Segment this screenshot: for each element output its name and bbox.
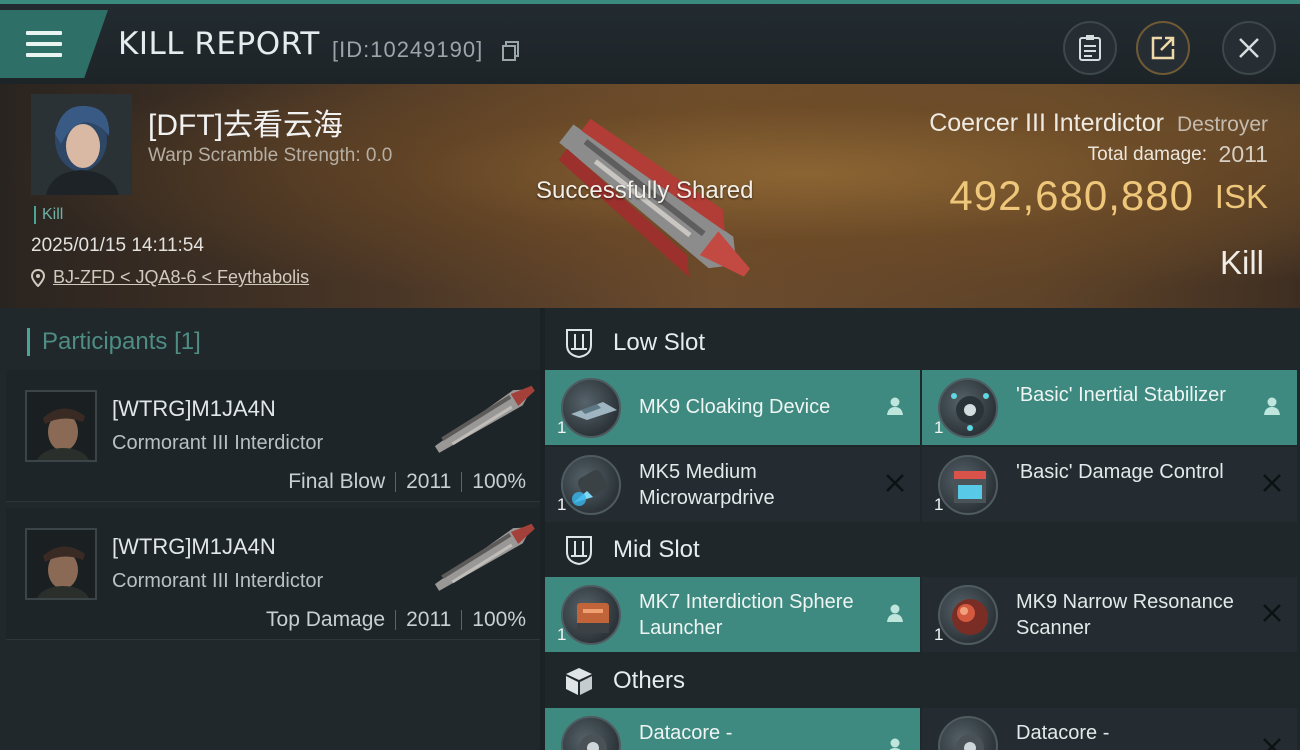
participant-ship: Cormorant III Interdictor: [112, 570, 324, 592]
participant-damage: 2011: [406, 470, 452, 493]
isk-value: 492,680,880: [949, 172, 1194, 219]
module-quantity: 1: [557, 625, 567, 644]
participant-row[interactable]: [WTRG]M1JA4N Cormorant III Interdictor F…: [6, 370, 540, 502]
participant-name[interactable]: [WTRG]M1JA4N: [112, 396, 276, 422]
destroyed-x-icon: [1263, 738, 1281, 750]
close-button[interactable]: [1222, 21, 1276, 75]
victim-ship-class: Destroyer: [1176, 113, 1268, 136]
mid-slot-header: Mid Slot: [545, 519, 1300, 581]
page-title: KILL REPORT: [118, 26, 320, 62]
low-slot-label: Low Slot: [613, 329, 706, 356]
resonance-scanner-icon: [938, 585, 998, 645]
participant-role: Top Damage: [266, 608, 386, 631]
module-item[interactable]: 1 MK7 Interdiction Sphere Launcher: [545, 577, 920, 652]
participant-role: Final Blow: [288, 470, 386, 493]
participants-count: [1]: [174, 328, 201, 355]
module-quantity: 1: [934, 495, 944, 514]
datacore-icon: [561, 716, 621, 750]
participant-ship-image: [434, 523, 535, 591]
warp-scramble-strength: Warp Scramble Strength: 0.0: [148, 145, 393, 166]
module-item[interactable]: 1 MK9 Narrow Resonance Scanner: [922, 577, 1297, 652]
module-item[interactable]: 1 'Basic' Damage Control: [922, 447, 1297, 522]
sphere-launcher-icon: [561, 585, 621, 645]
module-quantity: 1: [934, 625, 944, 644]
participant-percent: 100%: [472, 470, 526, 493]
hamburger-icon: [26, 31, 62, 57]
participant-avatar[interactable]: [25, 390, 97, 462]
share-button[interactable]: [1136, 21, 1190, 75]
destroyed-x-icon: [886, 474, 904, 492]
total-damage-value: 2011: [1218, 141, 1268, 167]
close-icon: [1239, 38, 1259, 58]
participant-percent: 100%: [472, 608, 526, 631]
victim-ship-name: Coercer III Interdictor: [929, 109, 1164, 137]
fitting-panel: Low Slot 1 MK9 Cloaking Device 1 'Basic'…: [545, 308, 1300, 750]
module-quantity: 1: [557, 495, 567, 514]
datacore-icon: [938, 716, 998, 750]
participants-panel: Participants [1] [WTRG]M1JA4N Cormorant …: [0, 308, 540, 750]
low-slot-header: Low Slot: [545, 312, 1300, 374]
participant-ship-image: [434, 385, 535, 453]
participant-ship: Cormorant III Interdictor: [112, 432, 324, 454]
location-text[interactable]: BJ-ZFD < JQA8-6 < Feythabolis: [53, 267, 309, 288]
person-icon: [887, 397, 903, 415]
module-name: MK7 Interdiction Sphere Launcher: [639, 591, 854, 639]
location-pin-icon: [31, 268, 45, 287]
module-name: Datacore -: [639, 722, 733, 744]
mid-slot-label: Mid Slot: [613, 536, 700, 563]
menu-button[interactable]: [0, 10, 108, 78]
damage-control-icon: [938, 455, 998, 515]
kill-tag: Kill: [34, 206, 63, 224]
module-item[interactable]: Datacore -: [545, 708, 920, 750]
others-label: Others: [613, 667, 686, 694]
person-icon: [889, 738, 901, 750]
module-name: 'Basic' Damage Control: [1016, 461, 1224, 483]
destroyed-x-icon: [1263, 474, 1281, 492]
kill-result: Kill: [1219, 244, 1264, 281]
participant-avatar[interactable]: [25, 528, 97, 600]
cloaking-device-icon: [561, 378, 621, 438]
participants-header: Participants [1]: [27, 328, 201, 356]
module-quantity: 1: [557, 418, 567, 437]
participant-damage: 2011: [406, 608, 452, 631]
microwarpdrive-icon: [561, 455, 621, 515]
participant-stats: Top Damage 2011 100%: [266, 608, 526, 632]
kill-location[interactable]: BJ-ZFD < JQA8-6 < Feythabolis: [31, 267, 309, 288]
participants-label: Participants: [42, 328, 168, 355]
module-name: MK9 Cloaking Device: [639, 396, 831, 418]
copy-icon[interactable]: [502, 41, 520, 61]
module-item[interactable]: 1 MK9 Cloaking Device: [545, 370, 920, 445]
module-name: Datacore -: [1016, 722, 1110, 744]
participant-name[interactable]: [WTRG]M1JA4N: [112, 534, 276, 560]
module-name: MK5 Medium Microwarpdrive: [639, 461, 775, 509]
victim-avatar[interactable]: [31, 94, 132, 195]
module-item[interactable]: Datacore -: [922, 708, 1297, 750]
destroyed-x-icon: [1263, 604, 1281, 622]
victim-pilot-name[interactable]: [DFT]去看云海: [148, 100, 343, 144]
participant-row[interactable]: [WTRG]M1JA4N Cormorant III Interdictor T…: [6, 508, 540, 640]
inertial-stabilizer-icon: [938, 378, 998, 438]
isk-unit: ISK: [1214, 178, 1268, 215]
person-icon: [1264, 397, 1280, 415]
participant-stats: Final Blow 2011 100%: [288, 470, 526, 494]
cargo-box-icon: [566, 668, 592, 695]
victim-panel: [DFT]去看云海 Warp Scramble Strength: 0.0 Ki…: [0, 84, 1300, 308]
share-toast: Successfully Shared: [536, 177, 754, 204]
module-name: MK9 Narrow Resonance Scanner: [1016, 591, 1234, 639]
person-icon: [887, 604, 903, 622]
share-icon: [1151, 36, 1175, 60]
module-quantity: 1: [934, 418, 944, 437]
module-item[interactable]: 1 MK5 Medium Microwarpdrive: [545, 447, 920, 522]
others-header: Others: [545, 650, 1300, 712]
clipboard-icon: [1079, 35, 1101, 61]
top-bar: KILL REPORT [ID:10249190]: [0, 0, 1300, 84]
module-name: 'Basic' Inertial Stabilizer: [1016, 384, 1226, 406]
module-item[interactable]: 1 'Basic' Inertial Stabilizer: [922, 370, 1297, 445]
report-id: [ID:10249190]: [332, 37, 484, 62]
total-damage-label: Total damage:: [1087, 144, 1207, 165]
low-slot-icon: [566, 329, 592, 359]
mid-slot-icon: [566, 536, 592, 566]
clipboard-button[interactable]: [1063, 21, 1117, 75]
kill-datetime: 2025/01/15 14:11:54: [31, 235, 204, 256]
